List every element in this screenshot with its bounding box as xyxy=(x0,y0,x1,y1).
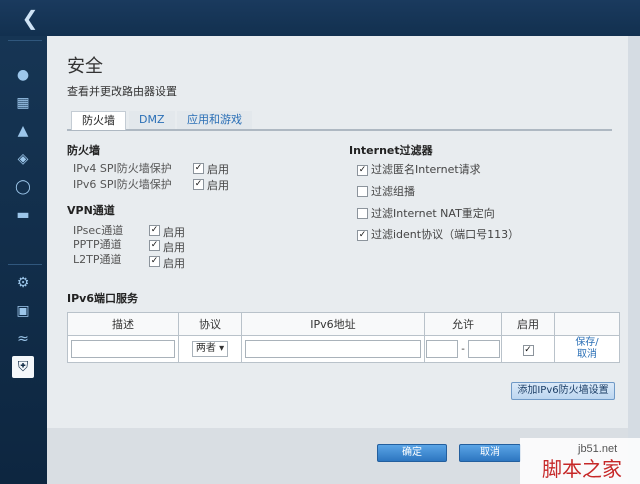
description-input[interactable] xyxy=(71,340,175,358)
protocol-select[interactable]: 两者 ▾ xyxy=(191,341,229,357)
ipsec-enable-label: 启用 xyxy=(163,226,185,239)
column-header xyxy=(554,312,620,336)
column-header: 协议 xyxy=(178,312,242,336)
watermark-badge: jb51.net 脚本之家 xyxy=(520,438,640,484)
filter-ident-label: 过滤ident协议（端口号113） xyxy=(371,228,520,241)
security-shield-icon[interactable]: ⛨ xyxy=(12,356,34,378)
page-title: 安全 xyxy=(67,56,103,77)
filter-nat-redirect-checkbox[interactable] xyxy=(357,208,368,219)
column-header: 描述 xyxy=(67,312,179,336)
pptp-checkbox[interactable]: ✓ xyxy=(149,240,160,251)
protocol-value: 两者 xyxy=(195,343,216,354)
tab-bar: 防火墙 DMZ 应用和游戏 xyxy=(67,111,612,131)
nav-separator xyxy=(8,264,42,265)
chevron-left-icon[interactable]: ❮ xyxy=(18,6,42,30)
ipv6-services-table: 描述 协议 IPv6地址 允许 启用 两者 ▾ - ✓ 保存/ 取消 xyxy=(67,312,620,363)
left-nav-rail: ● ▦ ▲ ◈ ◯ ▬ ⚙ ▣ ≈ ⛨ xyxy=(0,36,47,484)
ok-button[interactable]: 确定 xyxy=(377,444,447,462)
ipv6-spi-checkbox[interactable]: ✓ xyxy=(193,179,204,190)
ipv6-services-heading: IPv6端口服务 xyxy=(67,292,138,305)
settings-gear-icon[interactable]: ⚙ xyxy=(12,272,34,294)
background-panel-edge xyxy=(628,36,640,484)
firewall-heading: 防火墙 xyxy=(67,144,100,157)
vpn-heading: VPN通道 xyxy=(67,204,115,217)
l2tp-enable-label: 启用 xyxy=(163,257,185,270)
warning-icon[interactable]: ▲ xyxy=(12,120,34,142)
filter-nat-redirect-label: 过滤Internet NAT重定向 xyxy=(371,207,495,220)
ipv4-spi-checkbox[interactable]: ✓ xyxy=(193,163,204,174)
internet-filter-heading: Internet过滤器 xyxy=(349,144,433,157)
tab-apps-games[interactable]: 应用和游戏 xyxy=(177,111,252,129)
security-dialog: 安全 查看并更改路由器设置 防火墙 DMZ 应用和游戏 防火墙 IPv4 SPI… xyxy=(47,36,628,484)
pptp-enable-label: 启用 xyxy=(163,241,185,254)
port-start-input[interactable] xyxy=(425,340,458,358)
network-map-icon[interactable]: ● xyxy=(12,64,34,86)
cancel-button[interactable]: 取消 xyxy=(459,444,521,462)
l2tp-checkbox[interactable]: ✓ xyxy=(149,256,160,267)
port-range-dash: - xyxy=(461,344,465,355)
router-icon[interactable]: ▦ xyxy=(12,92,34,114)
ipsec-checkbox[interactable]: ✓ xyxy=(149,225,160,236)
wifi-icon[interactable]: ≈ xyxy=(12,328,34,350)
watermark-site: jb51.net xyxy=(577,443,617,455)
table-header-row: 描述 协议 IPv6地址 允许 启用 xyxy=(67,312,620,336)
row-enable-checkbox[interactable]: ✓ xyxy=(522,345,534,356)
page-subtitle: 查看并更改路由器设置 xyxy=(67,85,177,98)
ipv4-spi-label: IPv4 SPI防火墙保护 xyxy=(73,162,172,175)
row-cancel-link[interactable]: 取消 xyxy=(555,349,619,361)
camera-icon[interactable]: ▣ xyxy=(12,300,34,322)
ipv4-spi-enable-label: 启用 xyxy=(207,163,229,176)
table-row: 两者 ▾ - ✓ 保存/ 取消 xyxy=(67,335,620,363)
filter-multicast-checkbox[interactable] xyxy=(357,186,368,197)
filter-multicast-label: 过滤组播 xyxy=(371,185,415,198)
parental-controls-icon[interactable]: ◈ xyxy=(12,148,34,170)
row-save-link[interactable]: 保存/ xyxy=(555,337,619,349)
column-header: IPv6地址 xyxy=(241,312,425,336)
ipv6-spi-label: IPv6 SPI防火墙保护 xyxy=(73,178,172,191)
ipv6-spi-enable-label: 启用 xyxy=(207,179,229,192)
port-end-input[interactable] xyxy=(468,340,501,358)
filter-ident-checkbox[interactable]: ✓ xyxy=(357,230,368,241)
filter-anon-label: 过滤匿名Internet请求 xyxy=(371,163,481,176)
speed-test-icon[interactable]: ◯ xyxy=(12,176,34,198)
storage-icon[interactable]: ▬ xyxy=(12,204,34,226)
column-header: 启用 xyxy=(501,312,555,336)
filter-anon-checkbox[interactable]: ✓ xyxy=(357,165,368,176)
nav-separator xyxy=(8,40,42,41)
tab-firewall[interactable]: 防火墙 xyxy=(71,111,126,130)
tab-dmz[interactable]: DMZ xyxy=(129,111,175,129)
l2tp-label: L2TP通道 xyxy=(73,253,122,266)
top-bar: ❮ xyxy=(0,0,640,36)
column-header: 允许 xyxy=(424,312,502,336)
pptp-label: PPTP通道 xyxy=(73,238,122,251)
watermark-text: 脚本之家 xyxy=(542,457,622,481)
add-ipv6-firewall-button[interactable]: 添加IPv6防火墙设置 xyxy=(511,382,615,400)
ipv6-address-input[interactable] xyxy=(245,340,421,358)
